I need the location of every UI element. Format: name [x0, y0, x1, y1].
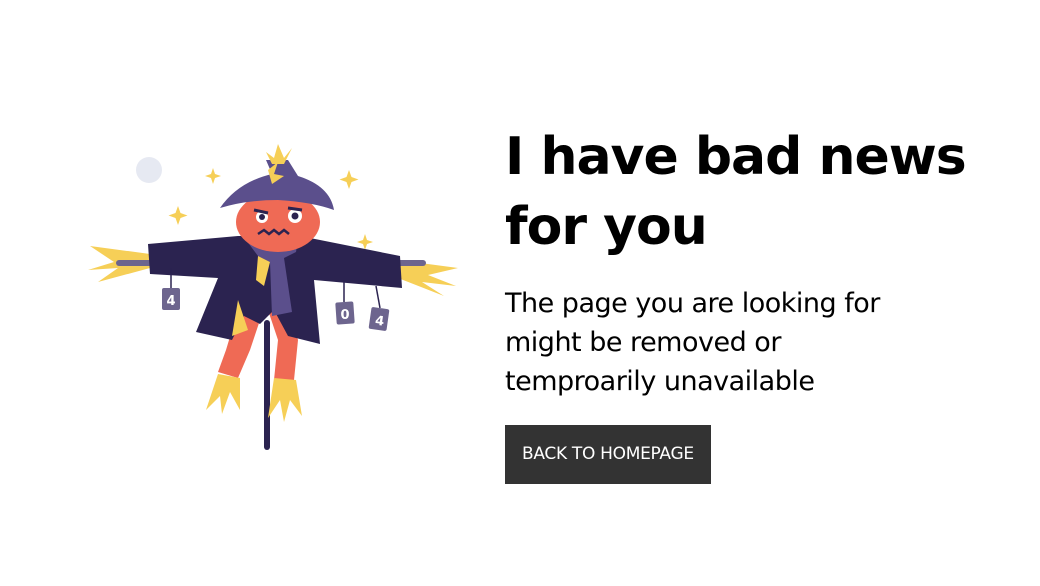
- tag-left-text: 4: [166, 294, 175, 309]
- error-content: I have bad news for you The page you are…: [505, 122, 1025, 484]
- scarecrow-illustration: 4 0 4: [88, 140, 468, 460]
- page-title: I have bad news for you: [505, 127, 967, 257]
- back-to-homepage-button[interactable]: BACK TO HOMEPAGE: [505, 425, 711, 484]
- error-message: The page you are looking for might be re…: [505, 288, 880, 397]
- tag-right-0-text: 0: [340, 308, 349, 323]
- moon-icon: [136, 157, 162, 183]
- scarecrow-404-icon: 4 0 4: [88, 144, 458, 450]
